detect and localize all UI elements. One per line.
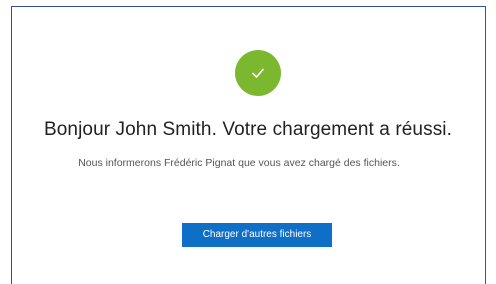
checkmark-icon (252, 68, 264, 78)
success-badge (235, 50, 281, 96)
notification-text: Nous informerons Frédéric Pignat que vou… (78, 157, 400, 169)
success-headline: Bonjour John Smith. Votre chargement a r… (43, 119, 453, 140)
upload-more-files-button[interactable]: Charger d'autres fichiers (182, 223, 332, 247)
